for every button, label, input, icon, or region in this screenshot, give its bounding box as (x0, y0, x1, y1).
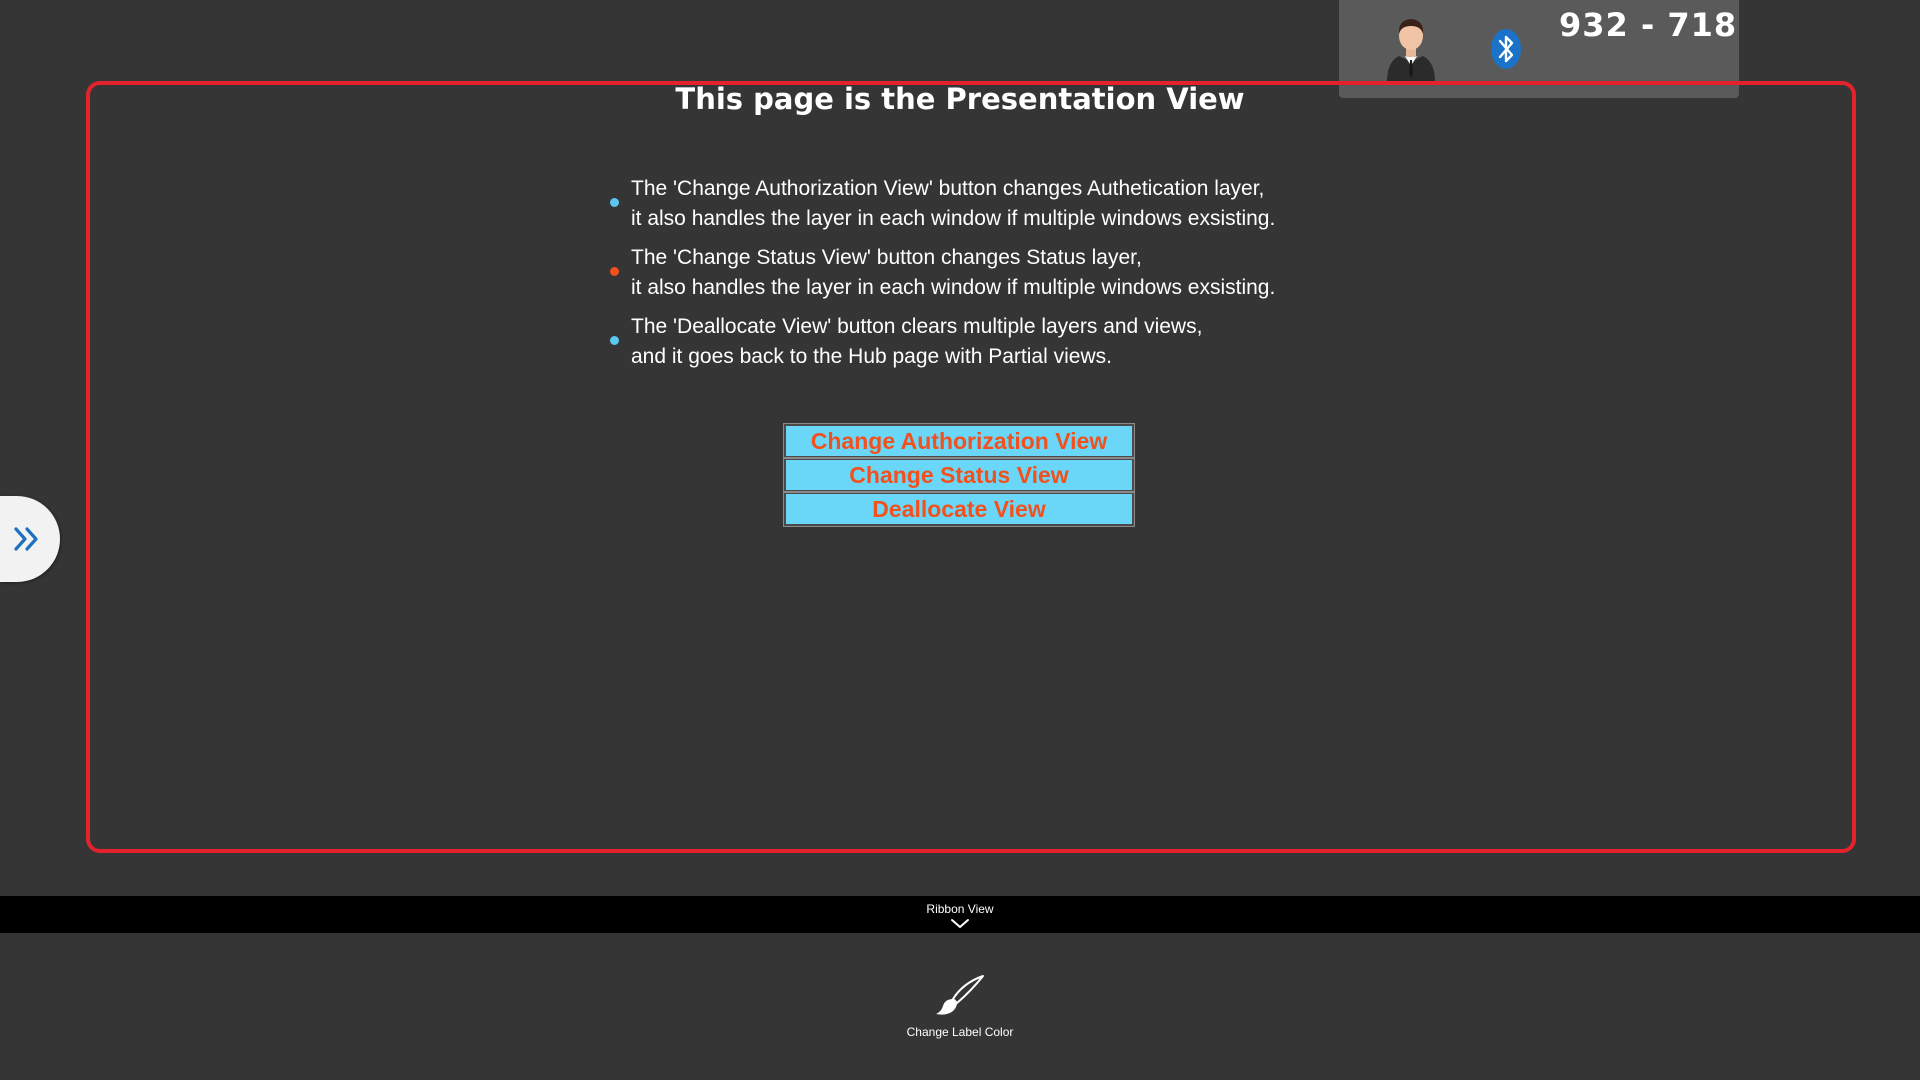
double-chevron-right-icon (14, 527, 38, 551)
session-code: 932 - 718 (1559, 6, 1738, 44)
change-label-color-button[interactable]: Change Label Color (900, 973, 1020, 1053)
ribbon-panel: Change Label Color (0, 933, 1920, 1080)
bullet-dot-icon (610, 198, 619, 207)
list-item: The 'Deallocate View' button clears mult… (608, 312, 1328, 372)
ribbon-title: Ribbon View (926, 902, 994, 916)
user-avatar-icon[interactable] (1383, 12, 1439, 82)
bullet-line: it also handles the layer in each window… (631, 276, 1276, 299)
bullet-dot-icon (610, 267, 619, 276)
bullet-line: The 'Deallocate View' button clears mult… (631, 315, 1203, 338)
side-panel-toggle[interactable] (0, 496, 60, 582)
page-title: This page is the Presentation View (675, 82, 1245, 116)
instruction-list: The 'Change Authorization View' button c… (608, 174, 1328, 381)
list-item: The 'Change Status View' button changes … (608, 243, 1328, 303)
ribbon-bar[interactable]: Ribbon View (0, 896, 1920, 933)
bluetooth-icon (1491, 29, 1521, 69)
bullet-line: and it goes back to the Hub page with Pa… (631, 345, 1112, 368)
bullet-line: The 'Change Authorization View' button c… (631, 177, 1265, 200)
app-window: 932 - 718 This page is the Presentation … (0, 0, 1920, 1080)
view-button-group: Change Authorization View Change Status … (783, 423, 1135, 527)
brush-icon (936, 975, 984, 1015)
list-item: The 'Change Authorization View' button c… (608, 174, 1328, 234)
bullet-line: The 'Change Status View' button changes … (631, 246, 1142, 269)
ribbon-command-label: Change Label Color (906, 1025, 1014, 1039)
chevron-down-icon[interactable] (950, 918, 970, 930)
change-status-view-button[interactable]: Change Status View (783, 457, 1135, 493)
change-authorization-view-button[interactable]: Change Authorization View (783, 423, 1135, 459)
deallocate-view-button[interactable]: Deallocate View (783, 491, 1135, 527)
bullet-line: it also handles the layer in each window… (631, 207, 1276, 230)
bullet-dot-icon (610, 336, 619, 345)
